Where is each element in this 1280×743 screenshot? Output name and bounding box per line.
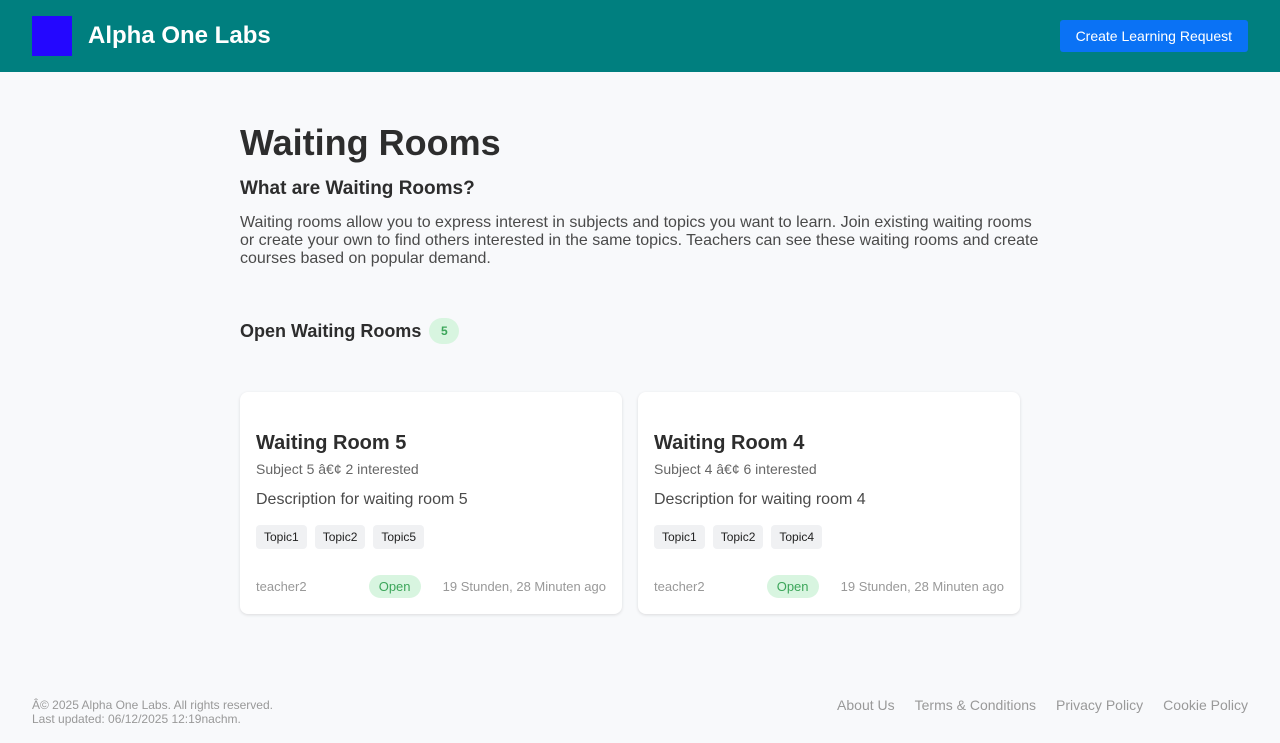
last-updated-text: Last updated: 06/12/2025 12:19nachm. — [32, 712, 241, 726]
main-content: Waiting Rooms What are Waiting Rooms? Wa… — [240, 122, 1040, 614]
topic-tag[interactable]: Topic2 — [712, 525, 764, 549]
room-footer: teacher2 Open 19 Stunden, 28 Minuten ago — [654, 575, 1004, 598]
footer-link-about[interactable]: About Us — [837, 697, 895, 713]
topic-tag[interactable]: Topic1 — [654, 525, 705, 549]
room-description: Description for waiting room 5 — [256, 491, 468, 508]
footer-link-cookie[interactable]: Cookie Policy — [1163, 697, 1248, 713]
copyright-block: Â© 2025 Alpha One Labs. All rights reser… — [32, 698, 273, 726]
footer-link-terms[interactable]: Terms & Conditions — [915, 697, 1036, 713]
room-timestamp: 19 Stunden, 28 Minuten ago — [442, 579, 606, 594]
section-subtitle: What are Waiting Rooms? — [240, 178, 475, 199]
topic-tag[interactable]: Topic1 — [256, 525, 307, 549]
room-timestamp: 19 Stunden, 28 Minuten ago — [840, 579, 1004, 594]
topic-tag[interactable]: Topic5 — [373, 525, 425, 549]
room-title[interactable]: Waiting Room 5 — [256, 432, 606, 455]
brand-name[interactable]: Alpha One Labs — [88, 22, 271, 50]
room-teacher: teacher2 — [654, 579, 705, 594]
topic-tag[interactable]: Topic2 — [314, 525, 366, 549]
room-title[interactable]: Waiting Room 4 — [654, 432, 1004, 455]
room-cards-grid: Waiting Room 5 Subject 5 â€¢ 2 intereste… — [240, 392, 1040, 614]
room-meta: Subject 5 â€¢ 2 interested — [256, 461, 419, 477]
topic-tag[interactable]: Topic4 — [771, 525, 823, 549]
waiting-room-card[interactable]: Waiting Room 4 Subject 4 â€¢ 6 intereste… — [638, 392, 1020, 614]
room-description: Description for waiting room 4 — [654, 491, 866, 508]
waiting-room-card[interactable]: Waiting Room 5 Subject 5 â€¢ 2 intereste… — [240, 392, 622, 614]
room-footer: teacher2 Open 19 Stunden, 28 Minuten ago — [256, 575, 606, 598]
page-title: Waiting Rooms — [240, 122, 501, 163]
footer-links: About Us Terms & Conditions Privacy Poli… — [837, 697, 1248, 713]
open-rooms-count-badge: 5 — [429, 318, 460, 344]
open-rooms-title: Open Waiting Rooms — [240, 320, 422, 341]
status-badge: Open — [368, 575, 421, 598]
room-tags: Topic1 Topic2 Topic4 — [654, 525, 1004, 549]
room-tags: Topic1 Topic2 Topic5 — [256, 525, 606, 549]
copyright-text: Â© 2025 Alpha One Labs. All rights reser… — [32, 698, 273, 712]
open-rooms-header: Open Waiting Rooms 5 — [240, 318, 1040, 344]
create-learning-request-button[interactable]: Create Learning Request — [1059, 20, 1248, 52]
logo-icon[interactable] — [32, 16, 72, 56]
room-meta: Subject 4 â€¢ 6 interested — [654, 461, 817, 477]
footer-link-privacy[interactable]: Privacy Policy — [1056, 697, 1143, 713]
page-footer: Â© 2025 Alpha One Labs. All rights reser… — [0, 692, 1280, 743]
top-navbar: Alpha One Labs Create Learning Request — [0, 0, 1280, 72]
status-badge: Open — [766, 575, 819, 598]
intro-text: Waiting rooms allow you to express inter… — [240, 214, 1039, 267]
room-teacher: teacher2 — [256, 579, 307, 594]
